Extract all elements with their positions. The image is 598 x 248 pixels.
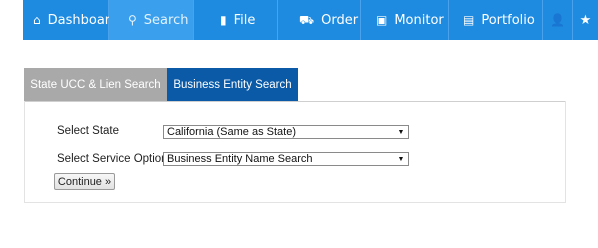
star-icon: ★ [579,12,592,28]
state-select-value: California (Same as State) [167,126,296,138]
nav-item-label: Dashboard [47,12,119,28]
select-state-label: Select State [57,125,120,137]
tab-business-entity-search[interactable]: Business Entity Search [167,68,298,102]
search-type-tabs: State UCC & Lien Search Business Entity … [24,68,298,102]
continue-button[interactable]: Continue » [54,173,115,190]
select-service-option-label: Select Service Option [57,153,168,165]
cart-icon: ⛟ [299,13,315,27]
service-select-value: Business Entity Name Search [167,153,313,165]
search-icon: ⚲ [128,13,137,27]
dropdown-arrow-icon: ▼ [397,128,405,136]
nav-item-portfolio[interactable]: ▤ Portfolio [449,0,543,40]
user-icon: 👤 [550,13,565,27]
service-option-select[interactable]: Business Entity Name Search ▼ [163,152,409,166]
nav-item-label: File [233,12,256,28]
nav-item-label: Order [321,12,359,28]
home-icon: ⌂ [33,13,41,27]
nav-item-monitor[interactable]: ▣ Monitor [361,0,449,40]
nav-item-account[interactable]: 👤 [543,0,573,40]
nav-item-label: Monitor [394,12,444,28]
monitor-icon: ▣ [376,13,388,27]
nav-item-dashboard[interactable]: ⌂ Dashboard [23,0,118,40]
nav-item-order[interactable]: ⛟ Order [278,0,361,40]
tab-state-ucc-lien-search[interactable]: State UCC & Lien Search [24,68,167,102]
nav-item-file[interactable]: ▮ File [194,0,278,40]
portfolio-icon: ▤ [463,13,475,27]
state-select[interactable]: California (Same as State) ▼ [163,125,409,139]
top-navigation: ⌂ Dashboard ⚲ Search ▮ File ⛟ Order ▣ Mo… [23,0,598,40]
dropdown-arrow-icon: ▼ [397,155,405,163]
nav-item-favorites[interactable]: ★ [573,0,598,40]
nav-item-label: Search [143,12,189,28]
file-icon: ▮ [220,13,227,27]
nav-item-label: Portfolio [481,12,535,28]
nav-item-search[interactable]: ⚲ Search [109,0,194,40]
